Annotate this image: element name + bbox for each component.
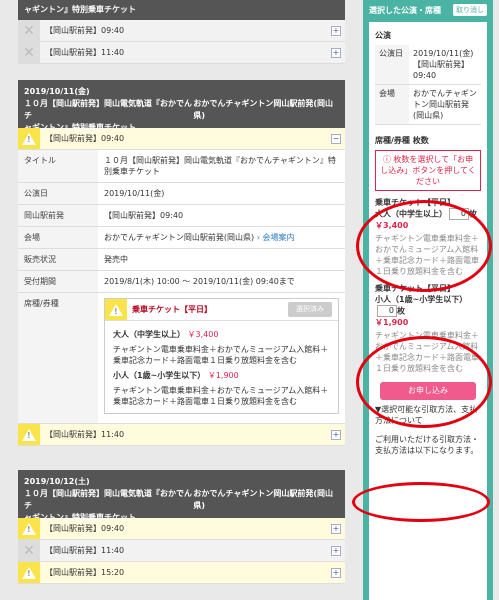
detail-value: 2019/8/1(木) 10:00 〜 2019/10/11(金) 09:40ま…	[98, 270, 345, 293]
qty-input[interactable]: 0	[449, 208, 469, 220]
time-label: 【岡山駅前発】11:40	[45, 546, 125, 555]
warning-icon	[18, 562, 40, 583]
adult-desc: チャギントン電車乗車料金＋おかでんミュージアム入館料＋乗車記念カード＋路面電車１…	[113, 345, 329, 365]
warning-icon	[18, 128, 40, 149]
summary-value: 2019/10/11(金)【岡山駅前発】09:40	[409, 45, 481, 85]
event-venue: おかでんチャギントン岡山駅前発(岡山県)	[193, 489, 333, 510]
detail-value: おかでんチャギントン岡山駅前発(岡山県) › 会場案内	[98, 226, 345, 249]
adult-price-line: 大人（中学生以上） ￥3,400	[113, 330, 219, 339]
sidebar-ticket: 乗車チケット【平日】 小人（1歳~小学生以下）0 枚 ￥1,900	[375, 283, 481, 328]
qty-input[interactable]: 0	[377, 305, 397, 317]
adult-price: ￥3,400	[187, 330, 219, 339]
ticket-type: 小人（1歳~小学生以下）0 枚	[375, 295, 468, 317]
event-date: 2019/10/12(土)	[24, 477, 90, 486]
summary-key: 公演日	[375, 45, 409, 85]
detail-key: タイトル	[18, 150, 98, 183]
expand-icon[interactable]: +	[331, 523, 341, 534]
detail-key: 公演日	[18, 182, 98, 205]
payment-info-link[interactable]: ▼選択可能な引取方法、支払方法について	[375, 404, 481, 426]
detail-value: １０月【岡山駅前発】岡山電気軌道『おかでんチャギントン』特別乗車チケット	[98, 150, 345, 183]
child-desc: チャギントン電車乗車料金＋おかでんミュージアム入館料＋乗車記念カード＋路面電車１…	[113, 386, 329, 406]
expand-icon[interactable]: +	[331, 567, 341, 578]
event-title-line: １０月【岡山駅前発】岡山電気軌道『おかでんチ	[24, 99, 192, 120]
time-label: 【岡山駅前発】11:40	[45, 430, 125, 439]
event-header-partial: ャギントン』特別乗車チケット	[18, 0, 345, 20]
expand-icon[interactable]: +	[331, 25, 341, 36]
detail-key: 受付期間	[18, 270, 98, 293]
child-price-line: 小人（1歳~小学生以下） ￥1,900	[113, 371, 239, 380]
time-label: 【岡山駅前発】09:40	[45, 524, 125, 533]
ticket-price: ￥1,900	[375, 318, 409, 327]
event-detail-table: タイトル １０月【岡山駅前発】岡山電気軌道『おかでんチャギントン』特別乗車チケット…	[18, 150, 345, 424]
ticket-type: 大人（中学生以上） 0 枚	[375, 208, 477, 220]
detail-key: 岡山駅前発	[18, 204, 98, 227]
perf-heading: 公演	[375, 31, 391, 40]
event-venue: おかでんチャギントン岡山駅前発(岡山県)	[193, 99, 333, 120]
expand-icon[interactable]: +	[331, 47, 341, 58]
sidebar-title: 選択した公演・席種	[369, 5, 441, 15]
apply-button[interactable]: お申し込み	[380, 382, 476, 400]
ticket-name: 乗車チケット【平日】	[375, 198, 455, 207]
time-row[interactable]: 【岡山駅前発】15:20 +	[18, 562, 345, 584]
child-price: ￥1,900	[207, 371, 239, 380]
warning-icon	[18, 518, 40, 539]
ticket-desc: チャギントン電車乗車料金＋おかでんミュージアム入館料＋乗車記念カード＋路面電車１…	[375, 331, 479, 373]
expand-icon[interactable]: +	[331, 429, 341, 440]
detail-value: 乗車チケット【平日】 選択済み 大人（中学生以上） ￥3,400 チャギントン電…	[98, 292, 345, 424]
event-title-line: １０月【岡山駅前発】岡山電気軌道『おかでんチ	[24, 489, 192, 510]
detail-key: 会場	[18, 226, 98, 249]
collapse-icon[interactable]: −	[331, 133, 341, 144]
warning-icon	[18, 424, 40, 445]
event-title: ャギントン』特別乗車チケット	[24, 5, 136, 14]
seat-heading: 席種/券種 枚数	[375, 136, 429, 145]
detail-value: 2019/10/11(金)	[98, 182, 345, 205]
close-icon: ✕	[18, 540, 40, 561]
selection-sidebar: 選択した公演・席種 取り消し 公演 公演日 2019/10/11(金)【岡山駅前発…	[363, 0, 493, 600]
sidebar-panel: 公演 公演日 2019/10/11(金)【岡山駅前発】09:40 会場 おかでんチャ…	[369, 22, 487, 600]
time-label: 【岡山駅前発】15:20	[45, 568, 125, 577]
time-row[interactable]: 【岡山駅前発】11:40 +	[18, 424, 345, 446]
perf-summary: 公演日 2019/10/11(金)【岡山駅前発】09:40 会場 おかでんチャギント…	[375, 45, 481, 125]
ticket-box: 乗車チケット【平日】 選択済み 大人（中学生以上） ￥3,400 チャギントン電…	[104, 298, 339, 414]
detail-value: 【岡山駅前発】09:40	[98, 204, 345, 227]
time-label: 【岡山駅前発】11:40	[45, 48, 125, 57]
venue-name: おかでんチャギントン岡山駅前発(岡山県)	[104, 233, 255, 242]
sidebar-title-bar: 選択した公演・席種 取り消し	[363, 0, 493, 20]
close-icon: ✕	[18, 20, 40, 41]
time-row: ✕ 【岡山駅前発】11:40 +	[18, 540, 345, 562]
time-row: ✕ 【岡山駅前発】11:40 +	[18, 42, 345, 64]
event-header: 2019/10/12(土) １０月【岡山駅前発】岡山電気軌道『おかでんチ おかでん…	[18, 470, 345, 522]
event-header: 2019/10/11(金) １０月【岡山駅前発】岡山電気軌道『おかでんチ おかでん…	[18, 80, 345, 132]
venue-link[interactable]: › 会場案内	[257, 233, 295, 242]
warning-icon	[105, 299, 127, 320]
ticket-price: ￥3,400	[375, 221, 409, 230]
close-icon: ✕	[18, 42, 40, 63]
event-date: 2019/10/11(金)	[24, 87, 90, 96]
time-label: 【岡山駅前発】09:40	[45, 26, 125, 35]
selected-button[interactable]: 選択済み	[288, 302, 332, 317]
detail-key: 席種/券種	[18, 292, 98, 424]
notice-box: ⓘ 枚数を選択して「お申し込み」ボタンを押してください	[375, 150, 481, 191]
expand-icon[interactable]: +	[331, 545, 341, 556]
summary-value: おかでんチャギントン岡山駅前発(岡山県)	[409, 84, 481, 125]
detail-key: 販売状況	[18, 248, 98, 271]
summary-key: 会場	[375, 84, 409, 125]
ticket-header: 乗車チケット【平日】 選択済み	[105, 299, 338, 321]
payment-info-text: ご利用いただける引取方法・支払方法は以下になります。	[375, 435, 479, 455]
time-label: 【岡山駅前発】09:40	[45, 134, 125, 143]
ticket-name: 乗車チケット【平日】	[375, 284, 455, 293]
time-row: ✕ 【岡山駅前発】09:40 +	[18, 20, 345, 42]
detail-value: 発売中	[98, 248, 345, 271]
event-list: ャギントン』特別乗車チケット ✕ 【岡山駅前発】09:40 + ✕ 【岡山駅前発…	[18, 0, 345, 584]
ticket-desc: チャギントン電車乗車料金＋おかでんミュージアム入館料＋乗車記念カード＋路面電車１…	[375, 234, 479, 276]
ticket-name: 乗車チケット【平日】	[132, 305, 212, 314]
sidebar-ticket: 乗車チケット【平日】 大人（中学生以上） 0 枚 ￥3,400	[375, 197, 481, 231]
clear-button[interactable]: 取り消し	[453, 4, 487, 16]
